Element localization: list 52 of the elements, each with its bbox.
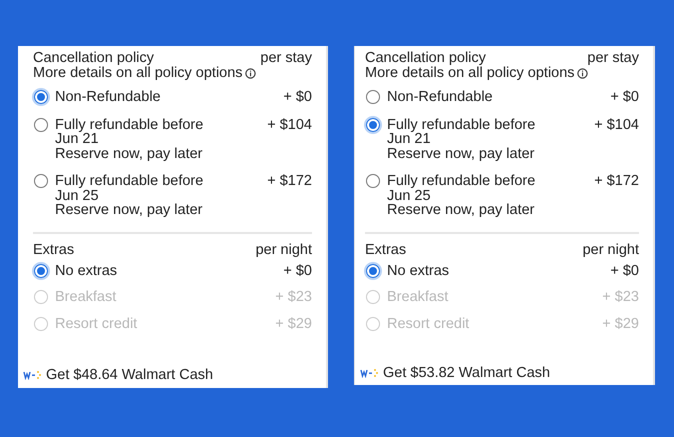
- option-price: + $29: [602, 316, 639, 331]
- radio-button[interactable]: [34, 174, 48, 188]
- option-price: + $23: [275, 290, 312, 304]
- option-price: + $0: [610, 264, 639, 278]
- info-icon: [576, 68, 588, 79]
- radio-button[interactable]: [34, 118, 48, 132]
- option-label: Fully refundable before Jun 25: [387, 174, 536, 203]
- option-label: No extras: [55, 264, 118, 278]
- radio-button[interactable]: [366, 264, 380, 278]
- section-title: Extras: [365, 242, 406, 258]
- option-price: + $172: [594, 174, 639, 188]
- option-price: + $104: [594, 118, 639, 132]
- option-price: + $0: [283, 264, 312, 278]
- section-title: Cancellation policy: [33, 51, 154, 66]
- option-label: Resort credit: [55, 316, 138, 331]
- option-label: Breakfast: [387, 290, 450, 304]
- option-price: + $29: [275, 316, 312, 331]
- option-price: + $172: [267, 174, 312, 188]
- option-label: Fully refundable before Jun 21: [387, 118, 536, 146]
- section-title: Extras: [33, 242, 74, 258]
- section-title: Cancellation policy: [365, 51, 486, 66]
- cash-reward-text: Get $48.64 Walmart Cash: [46, 367, 214, 383]
- option-price: + $0: [283, 90, 312, 104]
- price-unit: per stay: [260, 51, 312, 66]
- option-label: Fully refundable before Jun 21: [55, 118, 204, 146]
- rewards-icon: [360, 368, 378, 378]
- option-label: Fully refundable before Jun 25: [55, 174, 204, 203]
- price-unit: per night: [256, 242, 312, 258]
- details-link[interactable]: More details on all policy options: [365, 66, 575, 81]
- option-note: Reserve now, pay later: [55, 203, 204, 218]
- option-note: Reserve now, pay later: [387, 203, 536, 218]
- rewards-icon: [23, 370, 41, 380]
- option-price: + $0: [610, 90, 639, 104]
- option-label: No extras: [387, 264, 450, 278]
- option-price: + $23: [602, 290, 639, 304]
- radio-button[interactable]: [34, 90, 48, 104]
- radio-button[interactable]: [366, 118, 380, 132]
- info-icon: [244, 68, 256, 79]
- option-label: Breakfast: [55, 290, 118, 304]
- option-label: Non-Refundable: [55, 90, 162, 104]
- price-unit: per night: [582, 242, 639, 258]
- radio-button[interactable]: [366, 90, 380, 104]
- option-label: Non-Refundable: [387, 90, 494, 104]
- option-price: + $104: [267, 118, 312, 132]
- radio-button[interactable]: [34, 264, 48, 278]
- radio-button[interactable]: [366, 174, 380, 188]
- details-link[interactable]: More details on all policy options: [33, 66, 243, 81]
- option-note: Reserve now, pay later: [387, 146, 536, 161]
- option-note: Reserve now, pay later: [55, 146, 204, 161]
- option-label: Resort credit: [387, 316, 470, 331]
- price-unit: per stay: [587, 51, 639, 66]
- cash-reward-text: Get $53.82 Walmart Cash: [383, 365, 550, 381]
